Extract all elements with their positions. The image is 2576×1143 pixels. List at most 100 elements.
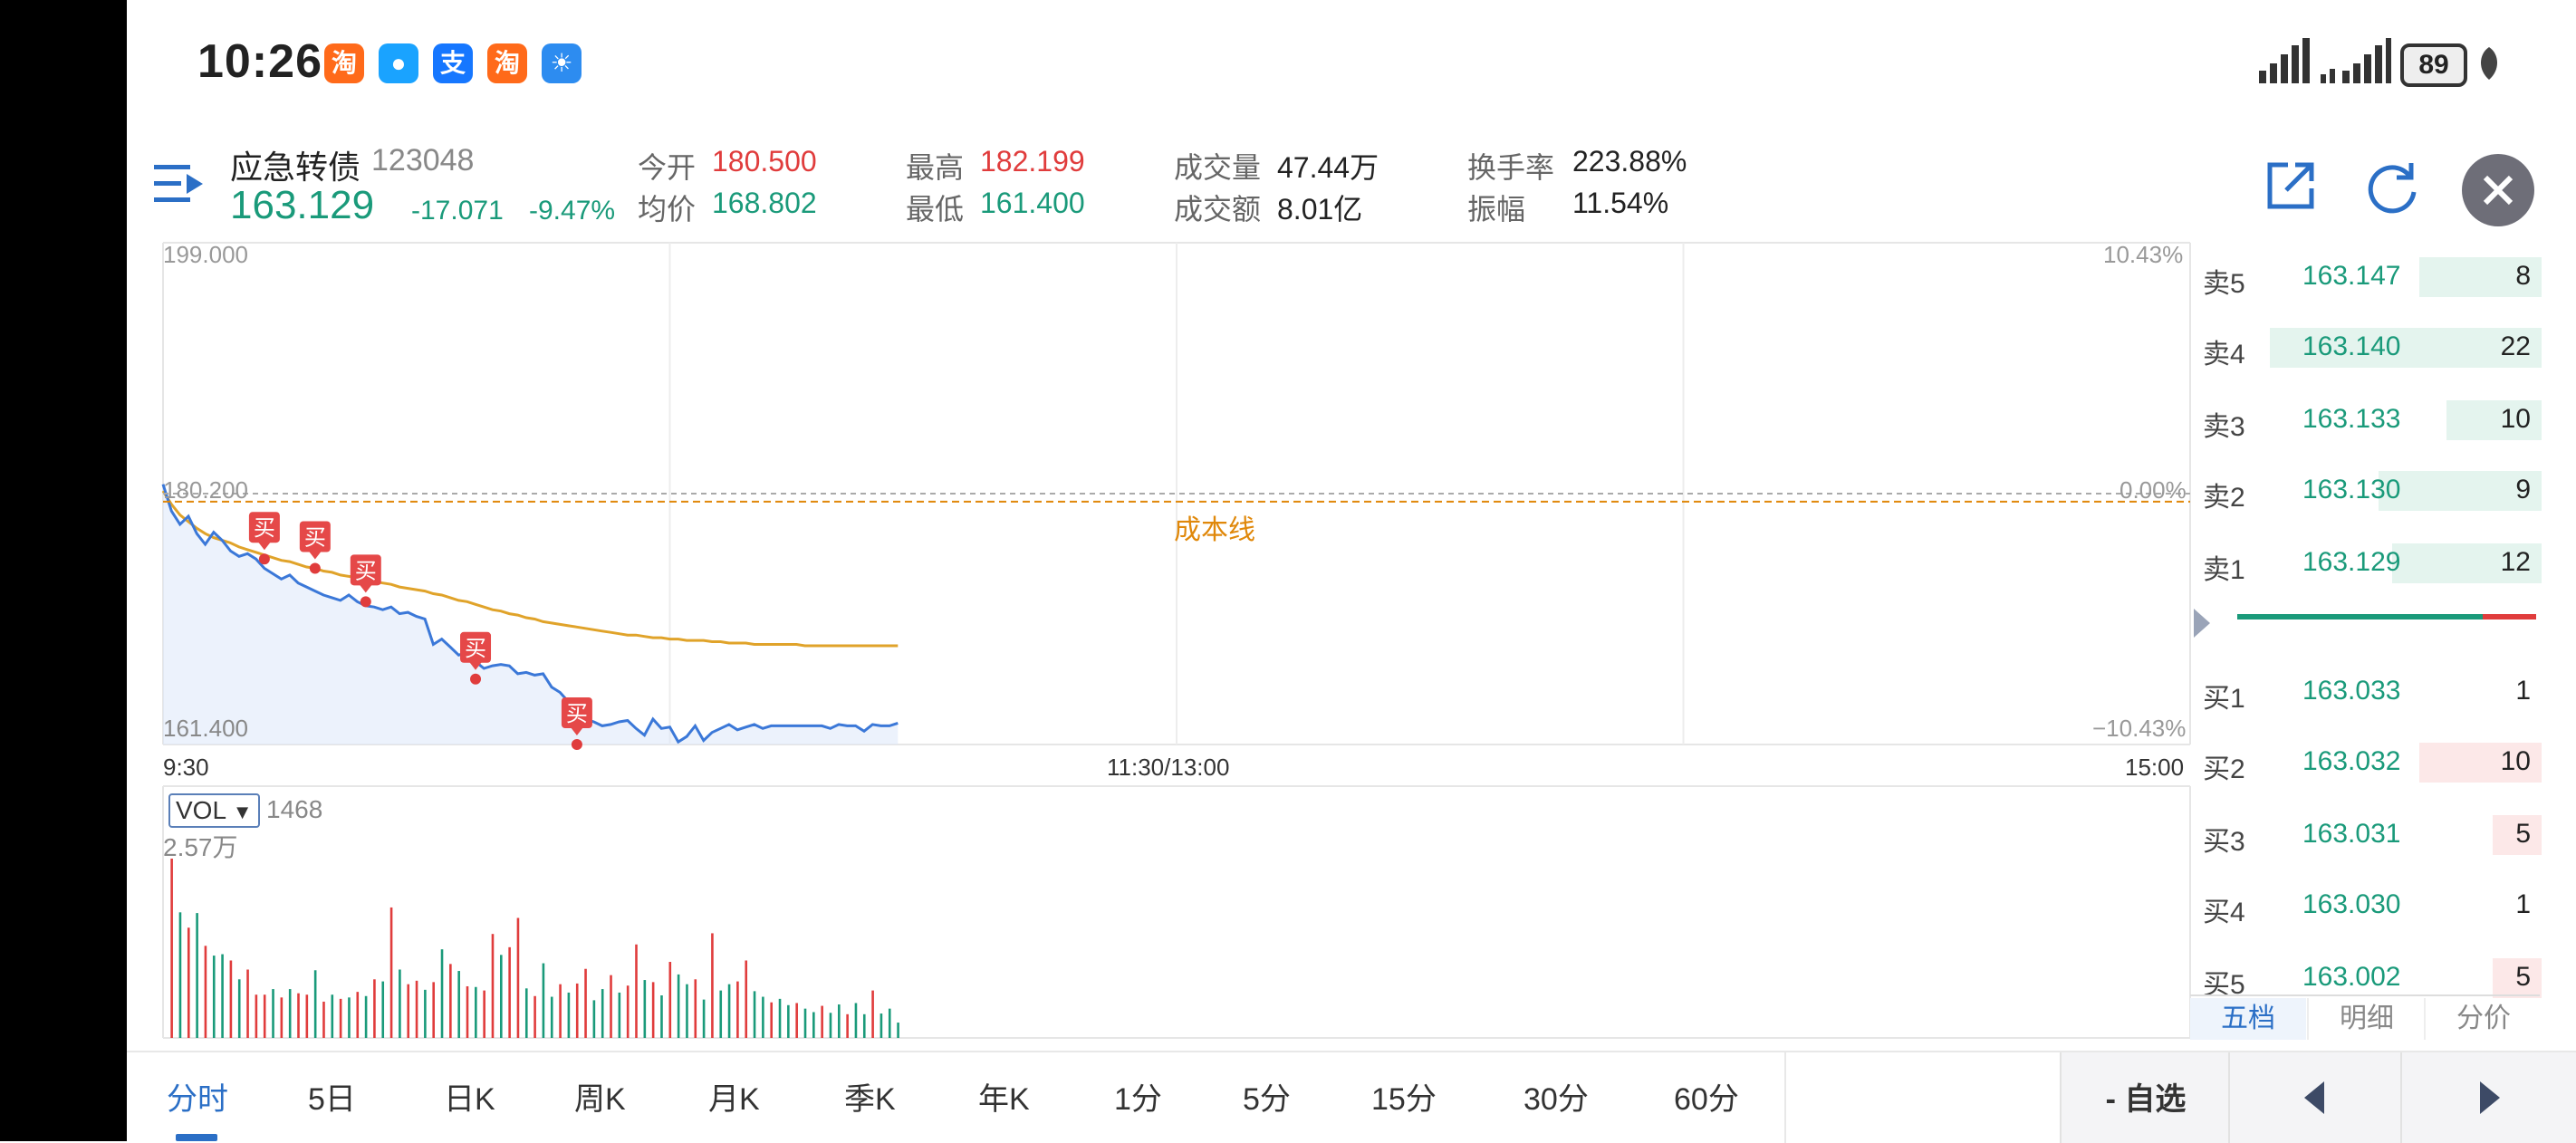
period-tab[interactable]: 月K (708, 1074, 760, 1119)
buy-marker-dot (571, 739, 582, 750)
orderbook-level-label: 卖5 (2203, 269, 2245, 299)
buy-marker-pointer (359, 584, 372, 593)
buy-marker-pointer (308, 551, 322, 560)
y-ref-label: 180.200 (163, 476, 248, 504)
volume-bar (888, 1008, 891, 1038)
volume-bar (196, 913, 198, 1038)
volume-bar (871, 990, 874, 1038)
period-tab[interactable]: 60分 (1674, 1074, 1739, 1119)
buy-marker-dot (470, 673, 482, 685)
volume-bar (483, 990, 485, 1038)
volume-bar (313, 970, 317, 1038)
volume-bar (803, 1008, 807, 1038)
tab-five-levels[interactable]: 五档 (2190, 998, 2306, 1040)
volume-bar (550, 996, 553, 1038)
orderbook-level-label: 卖4 (2203, 340, 2245, 370)
volume-bar (475, 986, 477, 1038)
orderbook-row[interactable]: 买2 163.032 10 (2192, 737, 2542, 784)
period-tab[interactable]: 30分 (1523, 1074, 1589, 1119)
volume-bar (592, 1000, 596, 1038)
period-tab[interactable]: 周K (574, 1074, 626, 1119)
prev-stock-button[interactable] (2228, 1052, 2402, 1143)
pct-ref-label: 0.00% (2119, 476, 2187, 504)
volume-bar (635, 944, 638, 1038)
volume-bar (399, 969, 401, 1038)
volume-bar (601, 989, 604, 1038)
period-tab-bar: 分时 5日 日K 周K 月K 季K 年K 1分 5分 15分 30分 60分 - 自选 (127, 1051, 2576, 1143)
volume-bar (660, 995, 663, 1038)
volume-bar (694, 979, 697, 1038)
orderbook-row[interactable]: 买1 163.033 1 (2192, 667, 2542, 714)
volume-bar (618, 992, 621, 1038)
volume-bar (897, 1023, 899, 1038)
volume-bar (364, 995, 368, 1038)
volume-bar (221, 954, 224, 1038)
volume-bar (821, 1005, 823, 1038)
cost-line-label: 成本线 (1174, 515, 1255, 545)
tab-detail[interactable]: 明细 (2307, 998, 2425, 1040)
volume-bar (702, 999, 706, 1038)
volume-bar (212, 956, 216, 1038)
next-stock-button[interactable] (2400, 1052, 2576, 1143)
orderbook-volume: 9 (2515, 475, 2531, 504)
buy-sell-ratio-bar (2237, 614, 2536, 620)
volume-bar (178, 912, 182, 1038)
next-arrow-icon (2480, 1081, 2500, 1114)
period-tab[interactable]: 分时 (167, 1074, 228, 1119)
volume-bar (415, 980, 418, 1038)
volume-bar (356, 992, 360, 1038)
watchlist-button[interactable]: - 自选 (2060, 1052, 2230, 1143)
period-tab[interactable]: 5分 (1243, 1074, 1291, 1119)
orderbook-price: 163.033 (2302, 676, 2401, 706)
volume-bar (272, 989, 274, 1038)
orderbook-row[interactable]: 卖5 163.147 8 (2192, 252, 2542, 299)
orderbook-tabs: 五档 明细 分价 (2190, 994, 2540, 1042)
period-tab[interactable]: 季K (844, 1074, 896, 1119)
volume-bar (711, 933, 714, 1038)
orderbook-price: 163.030 (2302, 889, 2401, 919)
period-tab[interactable]: 15分 (1371, 1074, 1437, 1119)
period-tab[interactable]: 1分 (1114, 1074, 1162, 1119)
tab-price-distribution[interactable]: 分价 (2424, 998, 2542, 1040)
orderbook-row[interactable]: 卖3 163.133 10 (2192, 395, 2542, 442)
vol-indicator-label: VOL (176, 796, 226, 824)
volume-bar (424, 989, 427, 1038)
volume-bar (297, 993, 300, 1038)
expand-arrow-icon[interactable] (2192, 607, 2212, 639)
orderbook-row[interactable]: 卖4 163.140 22 (2192, 322, 2542, 370)
volume-bar (237, 979, 241, 1038)
time-label-end: 15:00 (2125, 754, 2185, 781)
volume-bar (719, 990, 723, 1038)
vol-indicator-selector[interactable]: VOL ▼ (168, 793, 260, 828)
orderbook-row[interactable]: 买4 163.030 1 (2192, 880, 2542, 927)
volume-bar (331, 994, 334, 1038)
volume-bar (862, 1013, 866, 1038)
intraday-chart[interactable]: 买买买买买 (0, 0, 2576, 1051)
orderbook-row[interactable]: 买5 163.002 5 (2192, 953, 2542, 1000)
volume-bar (846, 1013, 849, 1038)
volume-bar (879, 1013, 883, 1038)
volume-bar (559, 984, 562, 1038)
orderbook-row[interactable]: 卖2 163.130 9 (2192, 466, 2542, 513)
period-tab[interactable]: 年K (978, 1074, 1030, 1119)
volume-bar (516, 917, 520, 1038)
time-label-start: 9:30 (163, 754, 209, 781)
buy-ratio-segment (2482, 614, 2536, 620)
volume-bar (787, 1004, 790, 1038)
orderbook-volume: 5 (2515, 819, 2531, 849)
orderbook-level-label: 卖3 (2203, 412, 2245, 442)
orderbook-level-label: 卖1 (2203, 555, 2245, 585)
volume-bar (829, 1013, 832, 1038)
period-tab[interactable]: 日K (444, 1074, 495, 1119)
active-tab-indicator (176, 1134, 217, 1141)
period-tab[interactable]: 5日 (308, 1074, 356, 1119)
orderbook-level-label: 买3 (2203, 827, 2245, 857)
orderbook-row[interactable]: 卖1 163.129 12 (2192, 538, 2542, 585)
volume-bar (524, 988, 528, 1038)
buy-marker-text: 买 (355, 559, 377, 583)
volume-bar (584, 968, 587, 1038)
volume-bar (575, 983, 579, 1038)
orderbook-row[interactable]: 买3 163.031 5 (2192, 810, 2542, 857)
volume-bar (389, 907, 393, 1038)
volume-bar (626, 985, 630, 1038)
